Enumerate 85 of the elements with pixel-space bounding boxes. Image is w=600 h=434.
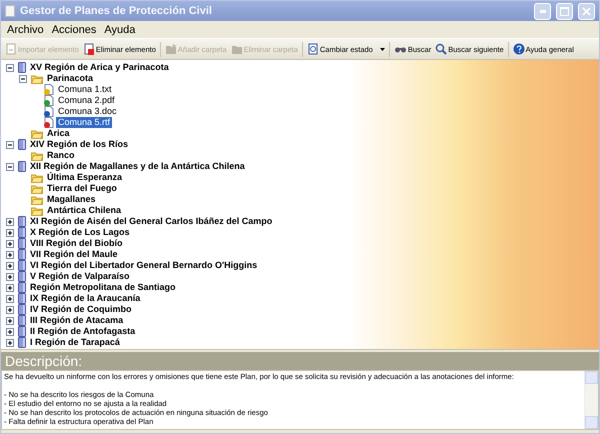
tree-item[interactable]: Comuna 2.pdf	[56, 95, 117, 106]
minus-icon	[7, 164, 13, 170]
database-icon	[18, 161, 26, 172]
expand-toggle[interactable]	[6, 272, 14, 280]
document-delete-icon	[82, 43, 95, 55]
plus-icon	[7, 296, 13, 302]
folder-delete-icon	[230, 43, 243, 55]
tree-item[interactable]: VI Región del Libertador General Bernardo O'Higgins	[28, 260, 260, 271]
expand-toggle[interactable]	[6, 218, 14, 226]
description-field[interactable]	[1, 370, 599, 430]
plus-icon	[7, 252, 13, 258]
tree-item[interactable]: VIII Región del Biobío	[28, 238, 125, 249]
expand-toggle[interactable]	[6, 262, 14, 270]
menu-item[interactable]: Archivo	[3, 24, 48, 36]
maximize-icon	[560, 6, 569, 16]
plus-icon	[7, 328, 13, 334]
tree-item[interactable]: I Región de Tarapacá	[28, 337, 122, 348]
folder-icon	[31, 128, 43, 138]
tree-item[interactable]: IV Región de Coquimbo	[28, 304, 134, 315]
plus-icon	[7, 340, 13, 346]
expand-toggle[interactable]	[6, 338, 14, 346]
tree-item[interactable]: II Región de Antofagasta	[28, 326, 138, 337]
folder-icon	[31, 172, 43, 182]
expand-toggle[interactable]	[6, 328, 14, 336]
plus-icon	[7, 274, 13, 280]
tree-item[interactable]: XII Región de Magallanes y de la Antártica Chilena	[28, 161, 247, 172]
close-icon	[582, 6, 591, 16]
tree-item[interactable]: Comuna 1.txt	[56, 84, 114, 95]
plus-icon	[7, 262, 13, 268]
expand-toggle[interactable]	[6, 306, 14, 314]
expand-toggle[interactable]	[6, 284, 14, 292]
expand-toggle[interactable]	[6, 240, 14, 248]
tree-item[interactable]: X Región de Los Lagos	[28, 227, 132, 238]
tree-item[interactable]: VII Región del Maule	[28, 249, 120, 260]
tree-item[interactable]: Arica	[45, 128, 72, 139]
document-import-icon	[5, 43, 17, 55]
minus-icon	[7, 64, 13, 70]
tree-item[interactable]: XI Región de Aisén del General Carlos Ibáñez del Campo	[28, 216, 274, 227]
plus-icon	[7, 318, 13, 324]
collapse-toggle[interactable]	[6, 162, 14, 170]
tree-item[interactable]: Antártica Chilena	[45, 205, 124, 216]
folder-icon	[31, 194, 43, 204]
plus-icon	[7, 306, 13, 312]
tree-item[interactable]: V Región de Valparaíso	[28, 271, 132, 282]
menu-item[interactable]: Acciones	[48, 24, 100, 36]
expand-toggle[interactable]	[6, 294, 14, 302]
folder-icon	[31, 184, 43, 194]
tree-item[interactable]: XV Región de Arica y Parinacota	[28, 62, 171, 73]
help-icon	[512, 43, 525, 55]
plus-icon	[7, 230, 13, 236]
tree-item[interactable]: Comuna 3.doc	[56, 106, 119, 117]
search-next-icon	[435, 43, 448, 55]
expand-toggle[interactable]	[6, 316, 14, 324]
tree-item[interactable]: IX Región de la Araucanía	[28, 293, 142, 304]
plus-icon	[7, 218, 13, 224]
folder-icon	[31, 150, 43, 160]
expand-toggle[interactable]	[6, 250, 14, 258]
window-title: Gestor de Planes de Protección Civil	[20, 5, 213, 17]
tree-item[interactable]: XIV Región de los Ríos	[28, 139, 130, 150]
tree-item[interactable]: Tierra del Fuego	[45, 183, 119, 194]
tree-item[interactable]: Última Esperanza	[45, 172, 124, 183]
app-icon	[5, 5, 15, 17]
collapse-toggle[interactable]	[6, 64, 14, 72]
expand-toggle[interactable]	[6, 228, 14, 236]
tree-item[interactable]: Parinacota	[45, 73, 96, 84]
minus-icon	[7, 142, 13, 148]
folder-icon	[31, 74, 43, 84]
collapse-toggle[interactable]	[6, 140, 14, 148]
database-icon	[18, 139, 26, 150]
plus-icon	[7, 284, 13, 290]
tree-item[interactable]: Comuna 5.rtf	[56, 117, 112, 128]
tree-item[interactable]: Región Metropolitana de Santiago	[28, 282, 178, 293]
tree-item[interactable]: III Región de Atacama	[28, 315, 126, 326]
tree-item[interactable]: Magallanes	[45, 194, 98, 205]
database-icon	[18, 62, 26, 73]
minus-icon	[20, 76, 26, 82]
collapse-toggle[interactable]	[19, 74, 27, 82]
document-refresh-icon	[306, 43, 319, 55]
menu-item[interactable]: Ayuda	[100, 24, 140, 36]
section-title: Descripción:	[5, 353, 82, 369]
folder-icon	[31, 206, 43, 216]
tree-item[interactable]: Ranco	[45, 150, 77, 161]
folder-add-icon	[164, 43, 177, 55]
minimize-icon	[540, 10, 546, 12]
plus-icon	[7, 240, 13, 246]
